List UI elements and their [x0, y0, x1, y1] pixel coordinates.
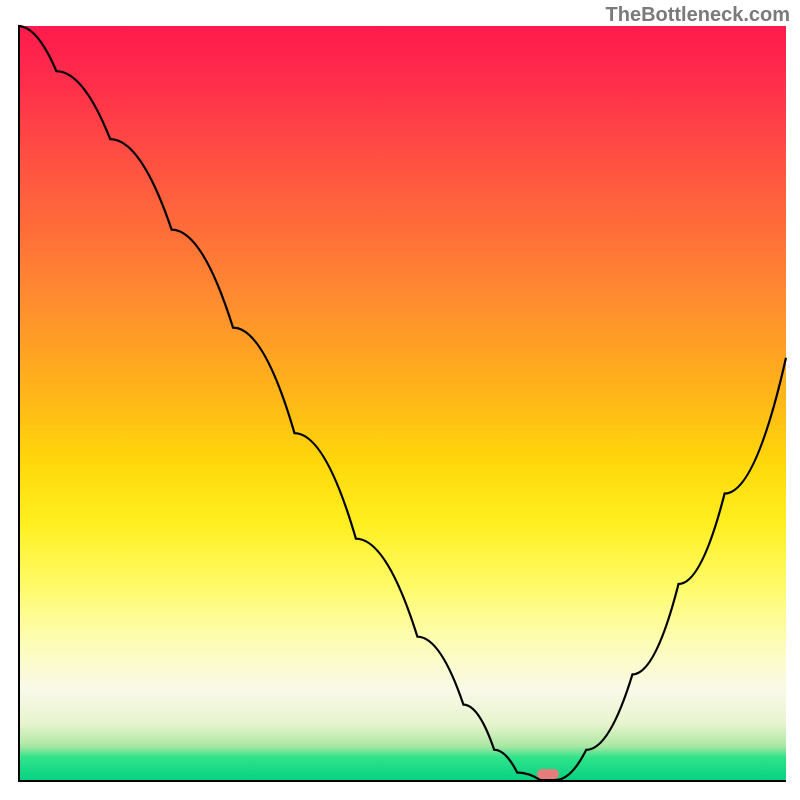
- x-axis: [18, 780, 786, 782]
- watermark-text: TheBottleneck.com: [606, 4, 790, 27]
- bottleneck-curve: [18, 26, 786, 780]
- bottleneck-chart: TheBottleneck.com: [0, 0, 800, 800]
- plot-area: [18, 26, 786, 780]
- y-axis: [18, 26, 20, 782]
- curve-layer: [18, 26, 786, 780]
- optimal-marker: [537, 769, 559, 779]
